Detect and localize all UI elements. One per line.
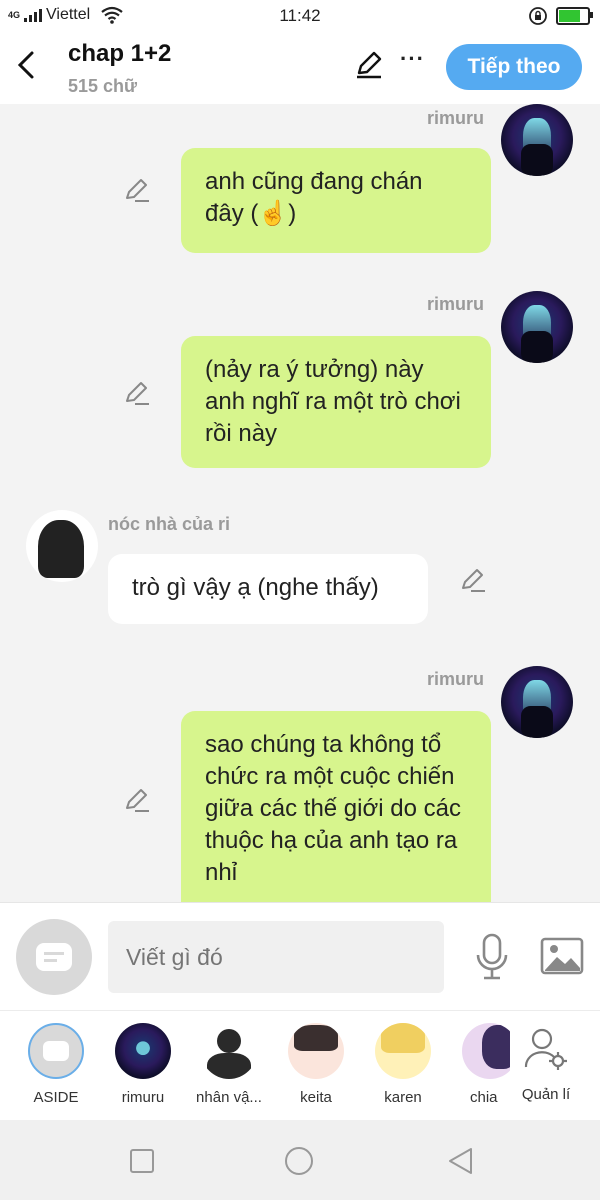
aside-message-icon <box>36 943 72 971</box>
status-right <box>528 6 593 26</box>
edit-message-icon[interactable] <box>123 379 151 407</box>
sender-name: rimuru <box>427 108 485 128</box>
character-label: nhân vậ... <box>196 1089 262 1106</box>
more-options-button[interactable]: ··· <box>400 46 425 72</box>
character-aside[interactable]: ASIDE <box>16 1023 96 1106</box>
character-nhan-vat[interactable]: nhân vậ... <box>189 1023 269 1106</box>
chapter-header: chap 1+2 515 chữ ··· Tiếp theo <box>0 32 600 104</box>
character-karen[interactable]: karen <box>363 1023 443 1106</box>
message-bubble[interactable]: anh cũng đang chán đây (☝️) <box>181 148 491 253</box>
character-keita[interactable]: keita <box>276 1023 356 1106</box>
avatar-noc-nha-cua-ri[interactable] <box>26 510 98 582</box>
status-bar: 4G Viettel 11:42 <box>0 0 600 32</box>
recent-apps-icon[interactable] <box>127 1146 157 1176</box>
avatar <box>462 1023 510 1079</box>
sender-name: rimuru <box>427 294 485 314</box>
next-button[interactable]: Tiếp theo <box>446 44 582 90</box>
character-label: chia <box>470 1089 498 1106</box>
avatar <box>375 1023 431 1079</box>
manage-characters-button[interactable]: Quản lí <box>506 1023 586 1103</box>
character-strip: ASIDE rimuru nhân vậ... keita karen chia… <box>0 1010 600 1121</box>
edit-message-icon[interactable] <box>123 786 151 814</box>
message-input[interactable] <box>108 921 444 993</box>
user-settings-icon <box>524 1028 567 1070</box>
message-bubble[interactable]: trò gì vậy ạ (nghe thấy) <box>108 554 428 624</box>
chat-area[interactable]: rimuru anh cũng đang chán đây (☝️) rimur… <box>0 104 600 902</box>
image-icon[interactable] <box>540 937 584 975</box>
character-chia[interactable]: chia <box>450 1023 510 1106</box>
composer-bar <box>0 902 600 1011</box>
avatar-rimuru[interactable] <box>501 291 573 363</box>
sender-name: nóc nhà của ri <box>108 514 231 534</box>
rotation-lock-icon <box>529 7 547 25</box>
character-label: keita <box>300 1089 332 1106</box>
system-nav-bar <box>0 1120 600 1200</box>
home-icon[interactable] <box>284 1146 314 1176</box>
chapter-title: chap 1+2 <box>68 40 172 67</box>
microphone-icon[interactable] <box>474 933 510 981</box>
aside-toggle-button[interactable] <box>16 919 92 995</box>
character-label: ASIDE <box>33 1089 79 1106</box>
chevron-left-icon <box>17 51 34 79</box>
sender-name: rimuru <box>427 669 485 689</box>
avatar-rimuru[interactable] <box>501 104 573 176</box>
edit-message-icon[interactable] <box>459 566 487 594</box>
avatar <box>115 1023 171 1079</box>
edit-message-icon[interactable] <box>123 176 151 204</box>
avatar <box>288 1023 344 1079</box>
character-rimuru[interactable]: rimuru <box>103 1023 183 1106</box>
character-label: karen <box>384 1089 422 1106</box>
battery-icon <box>556 7 593 25</box>
message-bubble[interactable]: (nảy ra ý tưởng) này anh nghĩ ra một trò… <box>181 336 491 468</box>
avatar <box>201 1023 257 1079</box>
avatar-rimuru[interactable] <box>501 666 573 738</box>
character-label: Quản lí <box>521 1086 571 1103</box>
edit-title-icon[interactable] <box>354 50 384 80</box>
back-button[interactable] <box>14 50 44 84</box>
aside-avatar <box>28 1023 84 1079</box>
back-nav-icon[interactable] <box>446 1146 476 1176</box>
character-label: rimuru <box>121 1089 165 1106</box>
word-count: 515 chữ <box>68 76 138 96</box>
clock: 11:42 <box>279 6 321 25</box>
message-bubble[interactable]: sao chúng ta không tổ chức ra một cuộc c… <box>181 711 491 902</box>
